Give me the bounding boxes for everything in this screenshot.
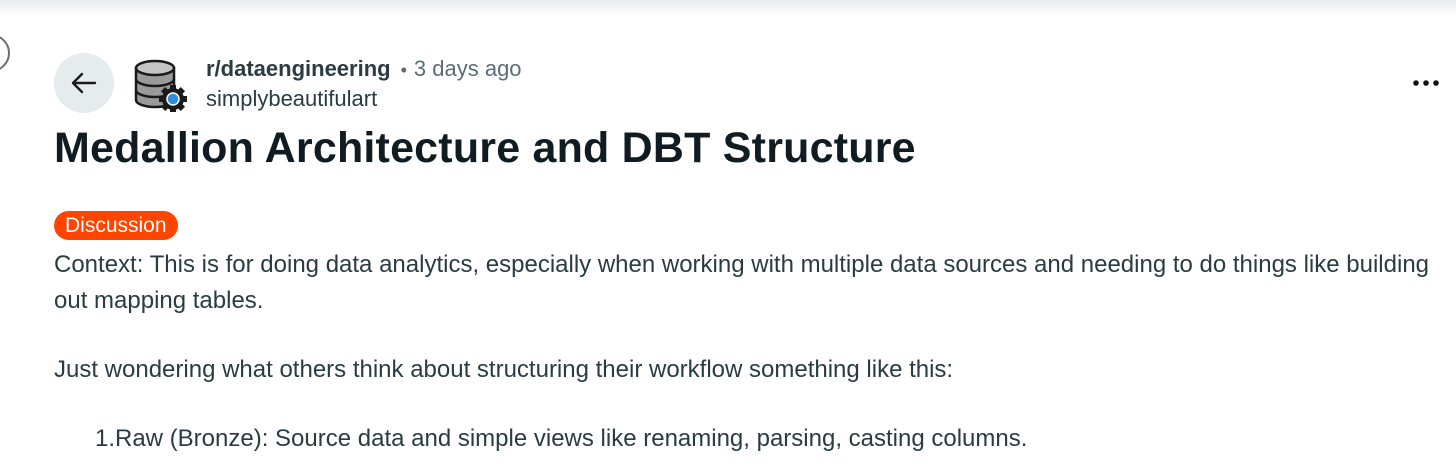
post-timestamp: 3 days ago bbox=[413, 56, 522, 81]
list-number: 1. bbox=[94, 425, 115, 452]
database-gear-icon[interactable] bbox=[130, 58, 188, 112]
list-text: Raw (Bronze): Source data and simple vie… bbox=[115, 425, 1028, 452]
post-title: Medallion Architecture and DBT Structure bbox=[54, 124, 916, 172]
more-horizontal-icon bbox=[1413, 80, 1439, 86]
post-paragraph: Context: This is for doing data analytic… bbox=[54, 251, 1430, 314]
list-item: 1. Raw (Bronze): Source data and simple … bbox=[54, 421, 1439, 457]
author-link[interactable]: simplybeautifulart bbox=[206, 86, 377, 112]
more-options-button[interactable] bbox=[1404, 70, 1448, 96]
side-circle-button[interactable] bbox=[0, 34, 10, 72]
subreddit-link[interactable]: r/dataengineering bbox=[206, 56, 391, 82]
arrow-left-icon bbox=[71, 72, 97, 94]
post-meta: r/dataengineering • 3 days ago bbox=[206, 56, 522, 84]
meta-separator: • bbox=[400, 60, 407, 80]
header-shadow bbox=[0, 0, 1456, 16]
post-list: 1. Raw (Bronze): Source data and simple … bbox=[54, 421, 1439, 457]
back-button[interactable] bbox=[54, 53, 114, 113]
flair-badge[interactable]: Discussion bbox=[54, 211, 178, 240]
post-paragraph: Just wondering what others think about s… bbox=[54, 356, 954, 383]
